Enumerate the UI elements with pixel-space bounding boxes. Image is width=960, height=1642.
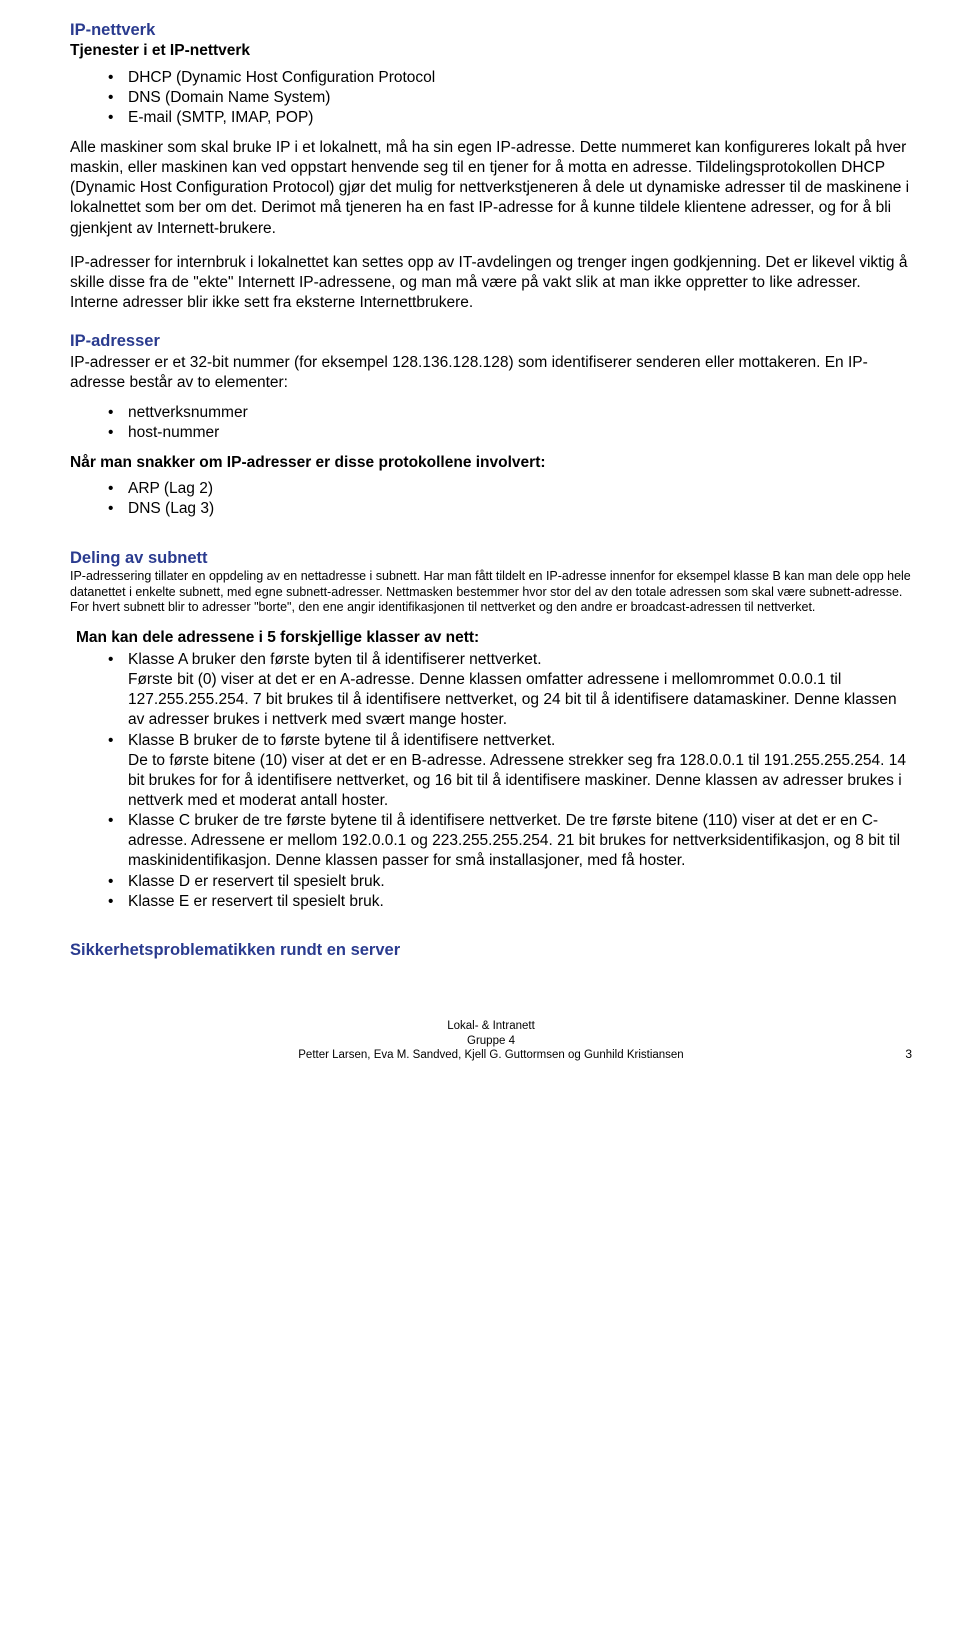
list-item: Klasse A bruker den første byten til å i… bbox=[108, 650, 912, 731]
list-tjenester: DHCP (Dynamic Host Configuration Protoco… bbox=[70, 68, 912, 128]
section-ip-adresser: IP-adresser IP-adresser er et 32-bit num… bbox=[70, 331, 912, 519]
list-protokoller: ARP (Lag 2) DNS (Lag 3) bbox=[70, 479, 912, 519]
page-number: 3 bbox=[905, 1047, 912, 1062]
subheading-protokoller: Når man snakker om IP-adresser er disse … bbox=[70, 453, 912, 473]
heading-sikkerhet: Sikkerhetsproblematikken rundt en server bbox=[70, 940, 912, 961]
footer-line: Gruppe 4 bbox=[70, 1034, 912, 1048]
footer-line: Lokal- & Intranett bbox=[70, 1019, 912, 1033]
list-klasser: Klasse A bruker den første byten til å i… bbox=[70, 650, 912, 912]
list-item: ARP (Lag 2) bbox=[108, 479, 912, 499]
page-footer: Lokal- & Intranett Gruppe 4 Petter Larse… bbox=[70, 1019, 912, 1062]
heading-subnett: Deling av subnett bbox=[70, 548, 912, 569]
paragraph-small: IP-adressering tillater en oppdeling av … bbox=[70, 569, 912, 616]
list-item: DNS (Domain Name System) bbox=[108, 88, 912, 108]
subheading-tjenester: Tjenester i et IP-nettverk bbox=[70, 41, 912, 61]
list-item: nettverksnummer bbox=[108, 403, 912, 423]
heading-ip-adresser: IP-adresser bbox=[70, 331, 912, 352]
list-item: E-mail (SMTP, IMAP, POP) bbox=[108, 108, 912, 128]
paragraph: Alle maskiner som skal bruke IP i et lok… bbox=[70, 138, 912, 239]
list-item: Klasse B bruker de to første bytene til … bbox=[108, 731, 912, 812]
list-item: Klasse C bruker de tre første bytene til… bbox=[108, 811, 912, 871]
section-sikkerhet: Sikkerhetsproblematikken rundt en server bbox=[70, 940, 912, 961]
list-item: host-nummer bbox=[108, 423, 912, 443]
list-item: DHCP (Dynamic Host Configuration Protoco… bbox=[108, 68, 912, 88]
paragraph: IP-adresser er et 32-bit nummer (for eks… bbox=[70, 353, 912, 393]
footer-line: Petter Larsen, Eva M. Sandved, Kjell G. … bbox=[70, 1048, 912, 1062]
list-item: Klasse D er reservert til spesielt bruk. bbox=[108, 872, 912, 892]
subheading-klasser: Man kan dele adressene i 5 forskjellige … bbox=[76, 628, 912, 648]
heading-ip-nettverk: IP-nettverk bbox=[70, 20, 912, 41]
list-item: DNS (Lag 3) bbox=[108, 499, 912, 519]
list-item: Klasse E er reservert til spesielt bruk. bbox=[108, 892, 912, 912]
paragraph: IP-adresser for internbruk i lokalnettet… bbox=[70, 253, 912, 313]
section-ip-nettverk: IP-nettverk Tjenester i et IP-nettverk D… bbox=[70, 20, 912, 313]
section-subnett: Deling av subnett IP-adressering tillate… bbox=[70, 548, 912, 912]
list-elements: nettverksnummer host-nummer bbox=[70, 403, 912, 443]
